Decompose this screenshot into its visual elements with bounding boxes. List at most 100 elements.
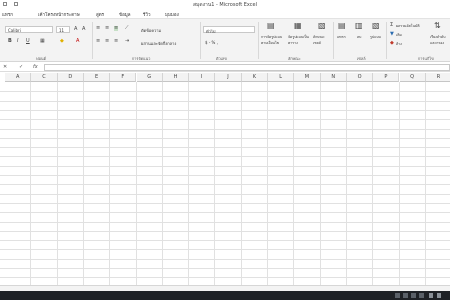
font-color-icon[interactable]: A [76, 39, 79, 44]
volume-icon[interactable] [437, 293, 441, 298]
insert-cells-icon[interactable]: ▤ [338, 22, 346, 30]
sort-filter-icon[interactable]: ⇅ [434, 22, 441, 30]
column-header[interactable]: P [373, 73, 400, 82]
indent-icon[interactable]: ⇥ [125, 39, 129, 44]
column-header[interactable]: H [162, 73, 190, 82]
column-header[interactable]: C [31, 73, 58, 82]
tab-page-layout[interactable]: เค้าโครงหน้ากระดาษ [38, 11, 80, 18]
italic-icon[interactable]: I [17, 39, 18, 44]
group-label-cells: เซลล์ [357, 56, 366, 61]
enter-icon[interactable]: ✓ [19, 64, 23, 70]
group-label-styles: ลักษณะ [288, 56, 301, 61]
bold-icon[interactable]: B [8, 39, 12, 44]
tab-formulas[interactable]: สูตร [96, 11, 104, 18]
conditional-format-icon[interactable]: ▤ [267, 22, 275, 30]
taskbar-app-icon[interactable] [419, 293, 424, 298]
align-middle-icon[interactable]: ≡ [105, 26, 109, 31]
column-header[interactable]: A [5, 73, 32, 82]
taskbar-app-icon[interactable] [403, 293, 408, 298]
autosum-icon[interactable]: Σ [390, 23, 393, 28]
group-divider [386, 22, 387, 59]
group-divider [92, 22, 93, 59]
column-header[interactable]: O [346, 73, 374, 82]
ribbon-tabs: แทรก เค้าโครงหน้ากระดาษ สูตร ข้อมูล รีวิ… [0, 9, 450, 18]
column-header[interactable]: G [136, 73, 163, 82]
format-table-icon[interactable]: ▦ [294, 22, 302, 30]
column-header[interactable]: L [268, 73, 295, 82]
borders-icon[interactable]: ▦ [40, 39, 45, 44]
gridline-horizontal [0, 184, 450, 186]
fill-icon[interactable]: ▼ [390, 32, 394, 37]
shrink-font-icon[interactable]: A [82, 27, 85, 32]
delete-cells-icon[interactable]: ▥ [355, 22, 363, 30]
group-label-font: ฟอนต์ [36, 56, 47, 61]
tab-insert[interactable]: แทรก [2, 11, 13, 18]
clear-button[interactable]: ล้าง [396, 41, 402, 47]
format-cells-icon[interactable]: ▧ [372, 22, 380, 30]
align-bottom-icon[interactable]: ≡ [114, 26, 119, 31]
gridline-horizontal [0, 221, 450, 223]
tab-view[interactable]: มุมมอง [165, 11, 179, 18]
autosum-button[interactable]: ผลรวมอัตโนมัติ [396, 23, 420, 29]
align-top-icon[interactable]: ≡ [96, 26, 100, 31]
column-header[interactable]: M [294, 73, 321, 82]
conditional-format-button[interactable]: การจัดรูปแบบตามเงื่อนไข [261, 34, 285, 46]
title-bar: สมุดงาน1 - Microsoft Excel [0, 0, 450, 8]
column-header[interactable]: N [320, 73, 347, 82]
underline-icon[interactable]: U [26, 39, 30, 44]
font-size-select[interactable]: 11 [56, 26, 70, 33]
gridline-horizontal [0, 109, 450, 111]
column-header[interactable]: K [241, 73, 268, 82]
align-center-icon[interactable]: ≡ [105, 39, 109, 44]
font-name-select[interactable]: Calibri [5, 26, 53, 33]
column-header[interactable]: D [57, 73, 84, 82]
accounting-format-button[interactable]: $ - % , [205, 40, 218, 45]
window-title: สมุดงาน1 - Microsoft Excel [192, 2, 257, 8]
notification-icon[interactable] [429, 293, 433, 298]
column-header[interactable]: Q [399, 73, 426, 82]
column-header[interactable]: F [110, 73, 137, 82]
format-as-table-button[interactable]: จัดรูปแบบเป็นตาราง [288, 34, 310, 46]
worksheet-grid[interactable]: ACDEFGHIJKLMNOPQRS [0, 73, 450, 285]
cell-styles-icon[interactable]: ▧ [318, 22, 326, 30]
format-cells-button[interactable]: รูปแบบ [370, 34, 381, 40]
ribbon: Calibri 11 A A B I U ▦ ◆ A ฟอนต์ ≡ ≡ ≡ ⟋… [0, 18, 450, 62]
delete-cells-button[interactable]: ลบ [357, 34, 361, 40]
taskbar-app-icon[interactable] [411, 293, 416, 298]
column-header[interactable]: E [83, 73, 111, 82]
group-label-number: ตัวเลข [216, 56, 227, 61]
formula-input[interactable] [44, 64, 450, 71]
column-header[interactable]: I [189, 73, 216, 82]
gridline-horizontal [0, 230, 450, 232]
merge-center-button[interactable]: ผสานและจัดกึ่งกลาง [141, 40, 176, 47]
group-divider [258, 22, 259, 59]
tab-review[interactable]: รีวิว [143, 11, 150, 18]
column-header[interactable]: J [215, 73, 242, 82]
wrap-text-button[interactable]: ตัดข้อความ [141, 27, 161, 34]
group-divider [333, 22, 334, 59]
gridline-horizontal [0, 258, 450, 260]
align-right-icon[interactable]: ≡ [114, 39, 118, 44]
gridline-horizontal [0, 137, 450, 139]
number-format-select[interactable]: ทั่วไป [203, 26, 255, 34]
insert-cells-button[interactable]: แทรก [337, 34, 346, 40]
column-header[interactable]: R [425, 73, 450, 82]
sort-filter-button[interactable]: เรียงลำดับและกรอง [430, 34, 450, 46]
group-label-alignment: การจัดแนว [132, 56, 151, 61]
gridline-horizontal [0, 147, 450, 149]
cancel-icon[interactable]: ✕ [3, 64, 7, 70]
gridline-horizontal [0, 202, 450, 204]
gridline-horizontal [0, 277, 450, 279]
clear-icon[interactable]: ◆ [390, 41, 394, 46]
fill-color-icon[interactable]: ◆ [60, 39, 64, 44]
taskbar-app-icon[interactable] [395, 293, 400, 298]
cell-styles-button[interactable]: ลักษณะเซลล์ [313, 34, 331, 46]
taskbar [0, 291, 450, 300]
align-left-icon[interactable]: ≡ [96, 39, 100, 44]
insert-function-icon[interactable]: fx [33, 64, 38, 70]
fill-button[interactable]: เติม [396, 32, 402, 38]
gridline-horizontal [0, 100, 450, 102]
grow-font-icon[interactable]: A [74, 27, 77, 32]
orientation-icon[interactable]: ⟋ [125, 26, 129, 31]
tab-data[interactable]: ข้อมูล [119, 11, 131, 18]
